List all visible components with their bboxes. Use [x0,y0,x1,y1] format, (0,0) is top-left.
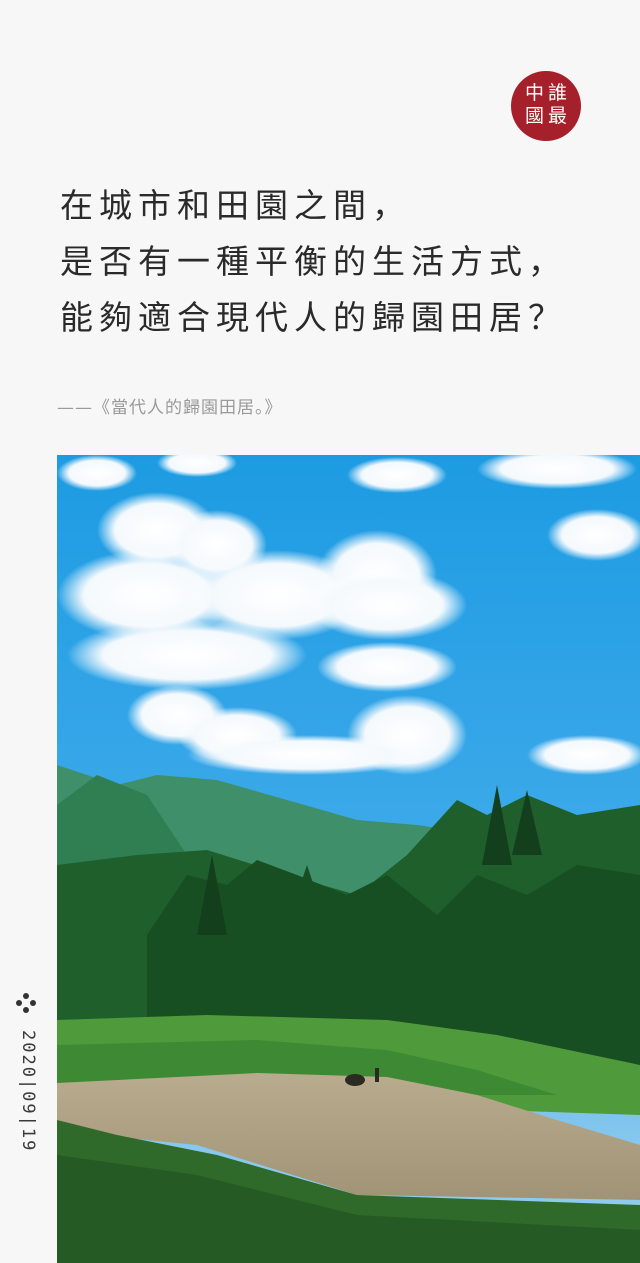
logo-char: 中 [524,82,544,104]
date-label: 2020|09|19 [18,1030,38,1153]
logo-char: 誰 [547,82,567,104]
headline: 在城市和田園之間， 是否有一種平衡的生活方式， 能夠適合現代人的歸園田居？ [60,178,620,346]
headline-line: 在城市和田園之間， [60,186,411,225]
landscape-photo [57,455,640,1263]
headline-line: 能夠適合現代人的歸園田居？ [60,298,567,337]
headline-line: 是否有一種平衡的生活方式， [60,242,567,281]
logo-char: 最 [547,105,567,127]
brand-seal-logo: 中 誰 國 最 [511,71,581,141]
logo-char: 國 [524,105,544,127]
four-dots-icon [16,993,36,1013]
attribution: ——《當代人的歸園田居。》 [57,398,283,418]
